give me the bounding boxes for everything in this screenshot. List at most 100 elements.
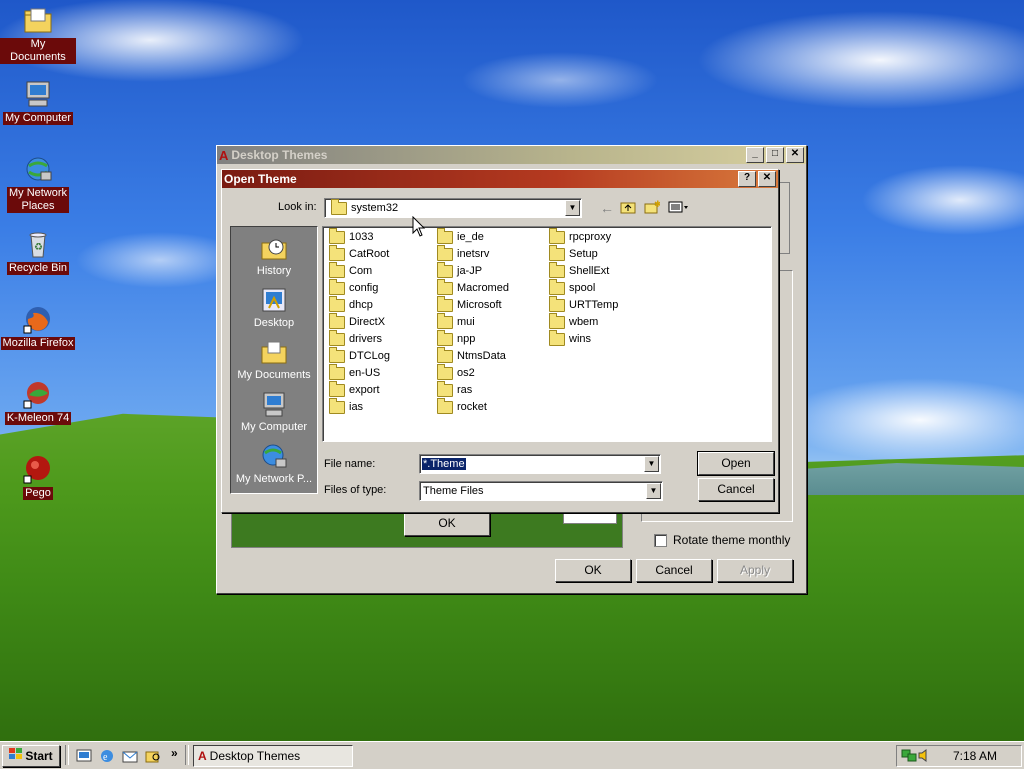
desktop-icon-recycle-bin[interactable]: ♻ Recycle Bin xyxy=(0,228,76,275)
new-folder-icon[interactable]: ✱ xyxy=(644,199,662,214)
folder-item[interactable]: npp xyxy=(437,329,475,347)
svg-text:e: e xyxy=(103,752,108,763)
folder-item[interactable]: Setup xyxy=(549,244,598,262)
help-button[interactable]: ? xyxy=(738,171,756,187)
network-tray-icon[interactable] xyxy=(901,748,917,766)
folder-name: ras xyxy=(457,384,473,396)
outlook-express-icon[interactable] xyxy=(122,748,138,767)
quicklaunch-more[interactable]: » xyxy=(171,746,178,760)
rotate-theme-checkbox-row[interactable]: Rotate theme monthly xyxy=(654,533,790,547)
folder-item[interactable]: drivers xyxy=(329,329,382,347)
desktop-icon-pego[interactable]: Pego xyxy=(0,453,76,500)
folder-item[interactable]: mui xyxy=(437,312,475,330)
folder-item[interactable]: en-US xyxy=(329,363,380,381)
back-arrow-icon[interactable]: ← xyxy=(600,200,614,216)
start-label: Start xyxy=(25,748,53,763)
desktop-themes-titlebar[interactable]: A Desktop Themes _ □ ✕ xyxy=(217,146,806,164)
folder-name: mui xyxy=(457,316,475,328)
folder-icon xyxy=(549,278,565,295)
dialog-close-button[interactable]: ✕ xyxy=(758,171,776,187)
open-theme-titlebar[interactable]: Open Theme ? ✕ xyxy=(222,170,778,188)
folder-icon xyxy=(329,329,345,346)
open-button[interactable]: Open xyxy=(697,451,775,476)
desktop-icon-label: Mozilla Firefox xyxy=(0,337,76,350)
svg-text:✱: ✱ xyxy=(654,200,660,209)
rotate-theme-checkbox[interactable] xyxy=(654,533,667,547)
maximize-button[interactable]: □ xyxy=(766,147,784,163)
folder-name: Setup xyxy=(569,248,598,260)
files-of-type-label: Files of type: xyxy=(324,484,387,496)
folder-icon xyxy=(329,261,345,278)
system-tray: 7:18 AM xyxy=(896,745,1022,767)
ok-button[interactable]: OK xyxy=(555,559,631,582)
folder-item[interactable]: dhcp xyxy=(329,295,373,313)
apply-button[interactable]: Apply xyxy=(717,559,793,582)
up-folder-icon[interactable] xyxy=(620,200,636,214)
firefox-icon xyxy=(22,303,54,335)
task-button-desktop-themes[interactable]: A Desktop Themes xyxy=(193,745,353,767)
close-button[interactable]: ✕ xyxy=(786,147,804,163)
folder-item[interactable]: Com xyxy=(329,261,372,279)
folder-item[interactable]: inetsrv xyxy=(437,244,489,262)
file-list[interactable]: 1033 CatRoot Com config dhcp DirectX drivers DT… xyxy=(322,226,772,442)
dialog-cancel-button[interactable]: Cancel xyxy=(698,478,774,501)
folder-item[interactable]: rocket xyxy=(437,397,487,415)
look-in-combo[interactable]: system32 ▼ xyxy=(324,198,582,218)
explorer-icon[interactable] xyxy=(145,748,161,767)
folder-item[interactable]: export xyxy=(329,380,380,398)
view-menu-icon[interactable] xyxy=(668,201,690,213)
folder-item[interactable]: wbem xyxy=(549,312,598,330)
folder-item[interactable]: ras xyxy=(437,380,473,398)
desktop-icon-label: My Network Places xyxy=(6,187,70,213)
folder-item[interactable]: URTTemp xyxy=(549,295,618,313)
folder-item[interactable]: rpcproxy xyxy=(549,227,611,245)
folder-item[interactable]: CatRoot xyxy=(329,244,389,262)
folder-item[interactable]: ja-JP xyxy=(437,261,482,279)
folder-item[interactable]: ie_de xyxy=(437,227,484,245)
start-button[interactable]: Start xyxy=(2,745,60,767)
internet-explorer-icon[interactable]: e xyxy=(99,748,115,767)
place-my-computer[interactable]: My Computer xyxy=(231,389,317,433)
minimize-button[interactable]: _ xyxy=(746,147,764,163)
chevron-down-icon[interactable]: ▼ xyxy=(646,483,661,499)
folder-item[interactable]: ias xyxy=(329,397,363,415)
folder-item[interactable]: os2 xyxy=(437,363,475,381)
desktop-icon-my-computer[interactable]: My Computer xyxy=(0,78,76,125)
open-theme-dialog: Open Theme ? ✕ Look in: system32 ▼ ← ✱ H… xyxy=(221,169,779,513)
desktop-icon-mozilla-firefox[interactable]: Mozilla Firefox xyxy=(0,303,76,350)
desktop-icon-my-network-places[interactable]: My Network Places xyxy=(0,153,76,213)
place-label: Desktop xyxy=(253,317,295,329)
place-my-network[interactable]: My Network P... xyxy=(231,441,317,485)
folder-item[interactable]: NtmsData xyxy=(437,346,506,364)
pego-icon xyxy=(22,453,54,485)
clock[interactable]: 7:18 AM xyxy=(953,749,997,763)
behind-ok-button[interactable]: OK xyxy=(404,512,490,536)
folder-icon xyxy=(549,244,565,261)
network-icon xyxy=(259,441,289,471)
chevron-down-icon[interactable]: ▼ xyxy=(565,200,580,216)
folder-icon xyxy=(437,380,453,397)
folder-item[interactable]: 1033 xyxy=(329,227,373,245)
folder-item[interactable]: wins xyxy=(549,329,591,347)
files-of-type-combo[interactable]: Theme Files ▼ xyxy=(419,481,663,501)
place-desktop[interactable]: Desktop xyxy=(231,285,317,329)
folder-item[interactable]: DirectX xyxy=(329,312,385,330)
folder-name: Microsoft xyxy=(457,299,502,311)
svg-text:♻: ♻ xyxy=(34,242,43,253)
cancel-button[interactable]: Cancel xyxy=(636,559,712,582)
place-my-documents[interactable]: My Documents xyxy=(231,337,317,381)
place-history[interactable]: History xyxy=(231,233,317,277)
desktop-icon-k-meleon[interactable]: K-Meleon 74 xyxy=(0,378,76,425)
volume-tray-icon[interactable] xyxy=(917,748,931,766)
desktop-icon-my-documents[interactable]: My Documents xyxy=(0,4,76,64)
folder-icon xyxy=(437,278,453,295)
show-desktop-icon[interactable] xyxy=(76,748,92,767)
chevron-down-icon[interactable]: ▼ xyxy=(644,456,659,472)
folder-item[interactable]: Microsoft xyxy=(437,295,502,313)
folder-item[interactable]: config xyxy=(329,278,378,296)
folder-item[interactable]: ShellExt xyxy=(549,261,609,279)
file-name-input[interactable]: *.Theme ▼ xyxy=(419,454,661,474)
folder-item[interactable]: DTCLog xyxy=(329,346,390,364)
folder-item[interactable]: spool xyxy=(549,278,595,296)
folder-item[interactable]: Macromed xyxy=(437,278,509,296)
